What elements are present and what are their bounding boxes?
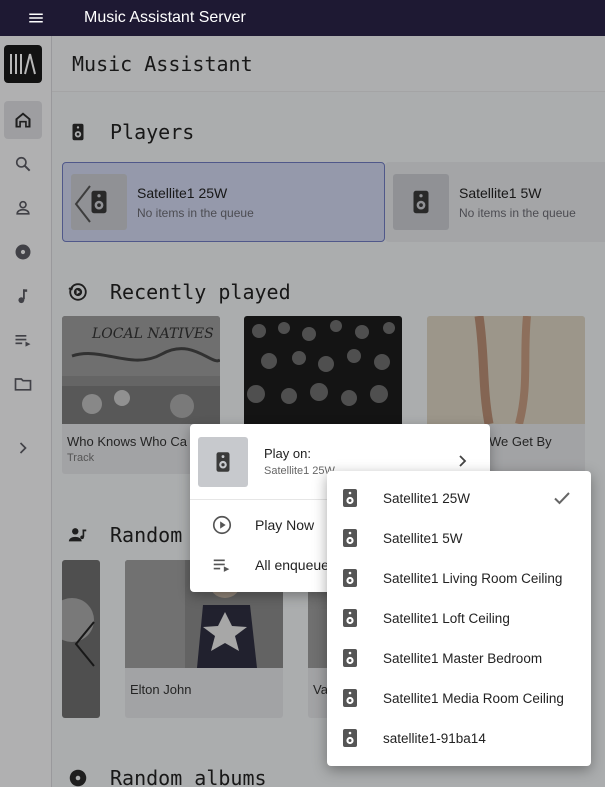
player-option-label: Satellite1 Master Bedroom bbox=[383, 650, 543, 666]
player-option[interactable]: Satellite1 Living Room Ceiling bbox=[327, 558, 591, 598]
speaker-icon bbox=[341, 488, 359, 508]
play-on-label: Play on: bbox=[264, 446, 311, 461]
player-option[interactable]: satellite1-91ba14 bbox=[327, 718, 591, 758]
player-option-label: Satellite1 25W bbox=[383, 490, 471, 506]
player-option-label: Satellite1 Media Room Ceiling bbox=[383, 690, 564, 706]
hamburger-menu-icon[interactable] bbox=[0, 0, 72, 36]
player-option[interactable]: Satellite1 Master Bedroom bbox=[327, 638, 591, 678]
speaker-icon bbox=[341, 568, 359, 588]
play-now-label: Play Now bbox=[255, 517, 315, 533]
player-option-label: Satellite1 Loft Ceiling bbox=[383, 610, 510, 626]
speaker-icon bbox=[341, 648, 359, 668]
chevron-right-icon bbox=[459, 455, 467, 467]
speaker-icon bbox=[341, 728, 359, 748]
player-option-label: satellite1-91ba14 bbox=[383, 730, 486, 746]
player-option[interactable]: Satellite1 5W bbox=[327, 518, 591, 558]
player-option[interactable]: Satellite1 Loft Ceiling bbox=[327, 598, 591, 638]
app-title: Music Assistant Server bbox=[84, 9, 246, 26]
speaker-icon bbox=[341, 608, 359, 628]
enqueue-label: All enqueue bbox=[255, 557, 329, 573]
checkmark-icon bbox=[554, 492, 570, 505]
speaker-icon bbox=[341, 688, 359, 708]
play-circle-icon bbox=[211, 514, 233, 536]
player-option[interactable]: Satellite1 25W bbox=[327, 478, 591, 518]
queue-add-icon bbox=[211, 554, 233, 576]
app-bar: Music Assistant Server bbox=[0, 0, 605, 36]
player-select-menu: Satellite1 25W Satellite1 5W Satellite1 … bbox=[327, 471, 591, 766]
player-option-label: Satellite1 5W bbox=[383, 530, 463, 546]
speaker-icon bbox=[341, 528, 359, 548]
player-option-label: Satellite1 Living Room Ceiling bbox=[383, 570, 563, 586]
play-on-player: Satellite1 25W bbox=[264, 465, 335, 477]
speaker-icon bbox=[198, 436, 248, 487]
player-option[interactable]: Satellite1 Media Room Ceiling bbox=[327, 678, 591, 718]
